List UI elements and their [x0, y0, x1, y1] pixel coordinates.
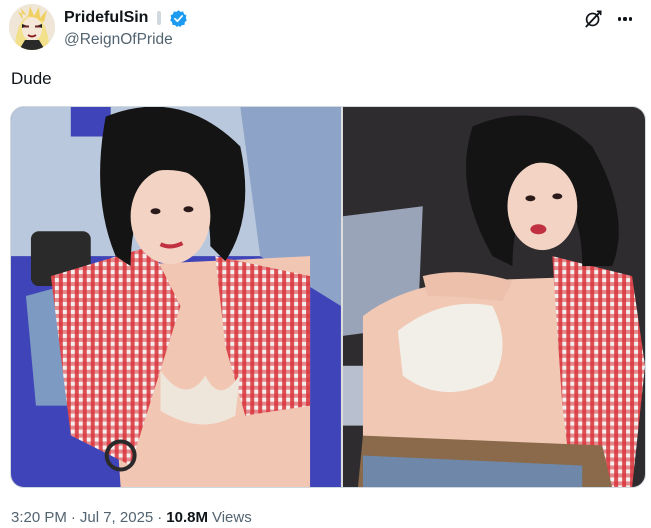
media-grid [10, 106, 646, 488]
photo-right-image [342, 107, 645, 487]
display-name[interactable]: PridefulSin [64, 8, 148, 28]
tweet-meta: 3:20 PM · Jul 7, 2025 · 10.8M Views [11, 508, 252, 528]
photo-left[interactable] [11, 107, 341, 487]
tweet-time[interactable]: 3:20 PM [11, 508, 67, 528]
affiliation-badge [157, 11, 162, 25]
avatar[interactable] [9, 4, 55, 50]
grok-icon[interactable] [583, 9, 603, 29]
header-actions [583, 8, 635, 30]
verified-badge-icon[interactable] [169, 9, 188, 28]
tweet-header: PridefulSin @ReignOfPride [9, 4, 649, 50]
photo-right[interactable] [342, 107, 645, 487]
meta-separator: · [70, 509, 76, 526]
name-row: PridefulSin [64, 7, 188, 29]
tweet-date[interactable]: Jul 7, 2025 [80, 508, 153, 528]
views-label: Views [211, 509, 252, 526]
photo-left-image [11, 107, 341, 487]
avatar-image [9, 4, 55, 50]
views-count[interactable]: 10.8M [166, 508, 208, 528]
more-horizontal-icon[interactable] [615, 9, 635, 29]
user-handle[interactable]: @ReignOfPride [64, 31, 173, 49]
meta-separator: · [157, 509, 163, 526]
tweet-text: Dude [11, 69, 52, 88]
